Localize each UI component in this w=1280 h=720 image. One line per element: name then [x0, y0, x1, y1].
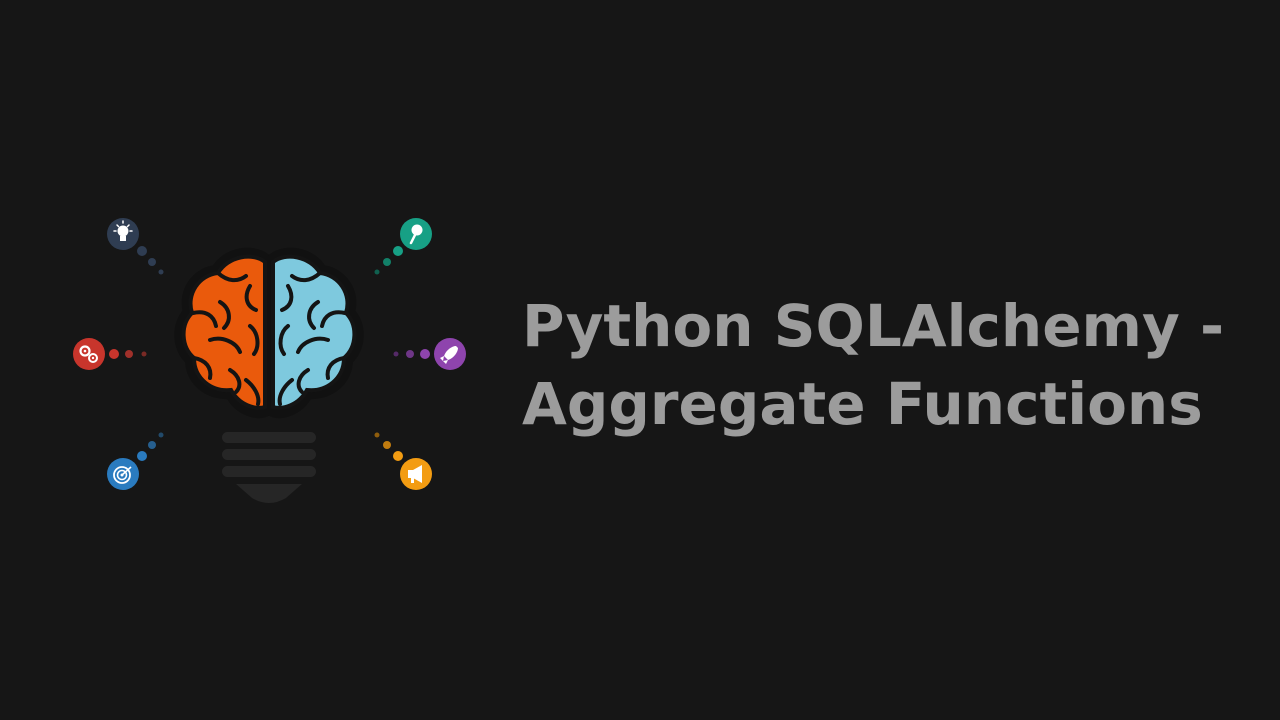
lightbulb-icon — [107, 218, 139, 250]
title-slide: Python SQLAlchemy - Aggregate Functions — [0, 0, 1280, 720]
title-line-2: Aggregate Functions — [522, 370, 1203, 438]
magnifier-icon — [400, 218, 432, 250]
target-icon — [107, 458, 139, 490]
gears-icon — [73, 338, 105, 370]
title-line-1: Python SQLAlchemy - — [522, 292, 1225, 360]
brain-lightbulb-illustration — [73, 218, 466, 503]
bulb-base — [222, 432, 316, 503]
rocket-icon — [434, 338, 466, 370]
brain-icon — [174, 247, 364, 419]
page-title: Python SQLAlchemy - Aggregate Functions — [522, 287, 1262, 443]
megaphone-icon — [400, 458, 432, 490]
